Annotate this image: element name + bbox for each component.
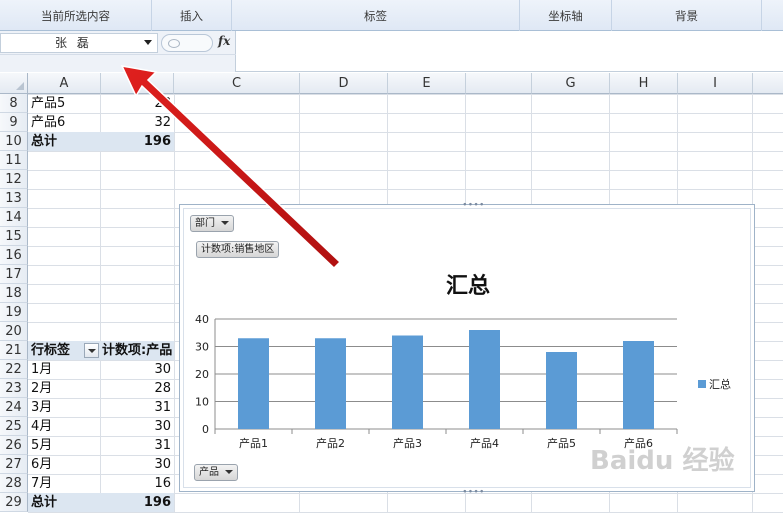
ribbon-group-bar: 当前所选内容 插入 标签 坐标轴 背景 (0, 0, 783, 31)
pivot-row-value[interactable]: 16 (101, 474, 171, 493)
bar (315, 338, 346, 429)
bar (623, 341, 654, 429)
ribbon-group-insert[interactable]: 插入 (152, 0, 232, 31)
x-tick-label: 产品2 (316, 436, 345, 450)
name-box[interactable]: 张 磊 (0, 33, 158, 53)
pivot-filter-dropdown-icon[interactable] (84, 343, 99, 358)
name-box-dropdown-icon[interactable] (144, 40, 152, 45)
y-tick-label: 10 (195, 396, 209, 409)
ribbon-group-axes[interactable]: 坐标轴 (520, 0, 612, 31)
column-header-j[interactable] (753, 73, 783, 94)
column-header-b[interactable] (101, 73, 174, 94)
total-label[interactable]: 总计 (31, 132, 99, 151)
row-header[interactable]: 25 (0, 417, 28, 436)
resize-handle-bottom[interactable]: ∙∙∙∙ (462, 488, 485, 497)
row-header[interactable]: 19 (0, 303, 28, 322)
row-header[interactable]: 20 (0, 322, 28, 341)
column-header-e[interactable]: E (388, 73, 466, 94)
row-header[interactable]: 9 (0, 113, 28, 132)
column-header-f[interactable] (466, 73, 532, 94)
row-header[interactable]: 24 (0, 398, 28, 417)
row-header[interactable]: 8 (0, 94, 28, 113)
table-row-value[interactable]: 28 (101, 94, 171, 113)
ribbon-group-labels[interactable]: 标签 (232, 0, 520, 31)
column-header-c[interactable]: C (174, 73, 300, 94)
row-header[interactable]: 22 (0, 360, 28, 379)
pivot-row-label[interactable]: 2月 (31, 379, 99, 398)
pivot-row-value[interactable]: 30 (101, 360, 171, 379)
pivot-values-header[interactable]: 计数项:产品 (102, 341, 174, 360)
row-header[interactable]: 10 (0, 132, 28, 151)
ribbon-group-current-selection[interactable]: 当前所选内容 (0, 0, 152, 31)
legend-swatch (698, 380, 706, 388)
pivot-row-value[interactable]: 30 (101, 417, 171, 436)
select-all-corner[interactable] (0, 73, 28, 94)
table-row-label[interactable]: 产品5 (31, 94, 99, 113)
pivot-row-label[interactable]: 6月 (31, 455, 99, 474)
row-header[interactable]: 23 (0, 379, 28, 398)
pivot-row-value[interactable]: 31 (101, 436, 171, 455)
column-header-a[interactable]: A (28, 73, 101, 94)
row-header[interactable]: 16 (0, 246, 28, 265)
x-tick-label: 产品4 (470, 436, 499, 450)
total-value[interactable]: 196 (101, 132, 171, 151)
row-header[interactable]: 28 (0, 474, 28, 493)
row-header[interactable]: 14 (0, 208, 28, 227)
pivot-row-label[interactable]: 1月 (31, 360, 99, 379)
column-header-g[interactable]: G (532, 73, 610, 94)
formula-bar: 张 磊 fx (0, 31, 783, 72)
column-header-d[interactable]: D (300, 73, 388, 94)
formula-divider (0, 54, 236, 55)
row-header[interactable]: 17 (0, 265, 28, 284)
pivot-row-label[interactable]: 7月 (31, 474, 99, 493)
chart-title: 汇总 (446, 273, 490, 299)
y-tick-label: 30 (195, 341, 209, 354)
pivot-row-label[interactable]: 3月 (31, 398, 99, 417)
x-tick-label: 产品1 (239, 436, 268, 450)
row-header[interactable]: 15 (0, 227, 28, 246)
pivot-total-value[interactable]: 196 (101, 493, 171, 512)
column-header-h[interactable]: H (610, 73, 678, 94)
column-header-i[interactable]: I (678, 73, 753, 94)
bar (238, 338, 269, 429)
pivot-row-label[interactable]: 5月 (31, 436, 99, 455)
row-header[interactable]: 13 (0, 189, 28, 208)
pivot-total-label[interactable]: 总计 (31, 493, 99, 512)
pivot-row-value[interactable]: 30 (101, 455, 171, 474)
pivot-row-value[interactable]: 31 (101, 398, 171, 417)
row-header[interactable]: 29 (0, 493, 28, 512)
row-header[interactable]: 11 (0, 151, 28, 170)
table-row-label[interactable]: 产品6 (31, 113, 99, 132)
bar (546, 352, 577, 429)
y-tick-label: 0 (202, 423, 209, 436)
row-header[interactable]: 12 (0, 170, 28, 189)
pivot-row-value[interactable]: 28 (101, 379, 171, 398)
bar (469, 330, 500, 429)
pivot-row-labels-header[interactable]: 行标签 (31, 341, 86, 360)
watermark-logo: Baidu 经验 (590, 446, 735, 476)
table-row-value[interactable]: 32 (101, 113, 171, 132)
row-header[interactable]: 18 (0, 284, 28, 303)
x-tick-label: 产品5 (547, 436, 576, 450)
row-header[interactable]: 27 (0, 455, 28, 474)
pivot-row-label[interactable]: 4月 (31, 417, 99, 436)
fx-icon[interactable]: fx (218, 34, 230, 48)
formula-zoom-control[interactable] (161, 34, 213, 52)
y-tick-label: 40 (195, 313, 209, 326)
bar (392, 335, 423, 429)
y-tick-label: 20 (195, 368, 209, 381)
x-tick-label: 产品3 (393, 436, 422, 450)
legend-label: 汇总 (709, 377, 731, 391)
row-header[interactable]: 21 (0, 341, 28, 360)
ribbon-group-background[interactable]: 背景 (612, 0, 762, 31)
grid-line (174, 94, 175, 513)
resize-handle-top[interactable]: ∙∙∙∙ (462, 201, 485, 210)
row-header[interactable]: 26 (0, 436, 28, 455)
